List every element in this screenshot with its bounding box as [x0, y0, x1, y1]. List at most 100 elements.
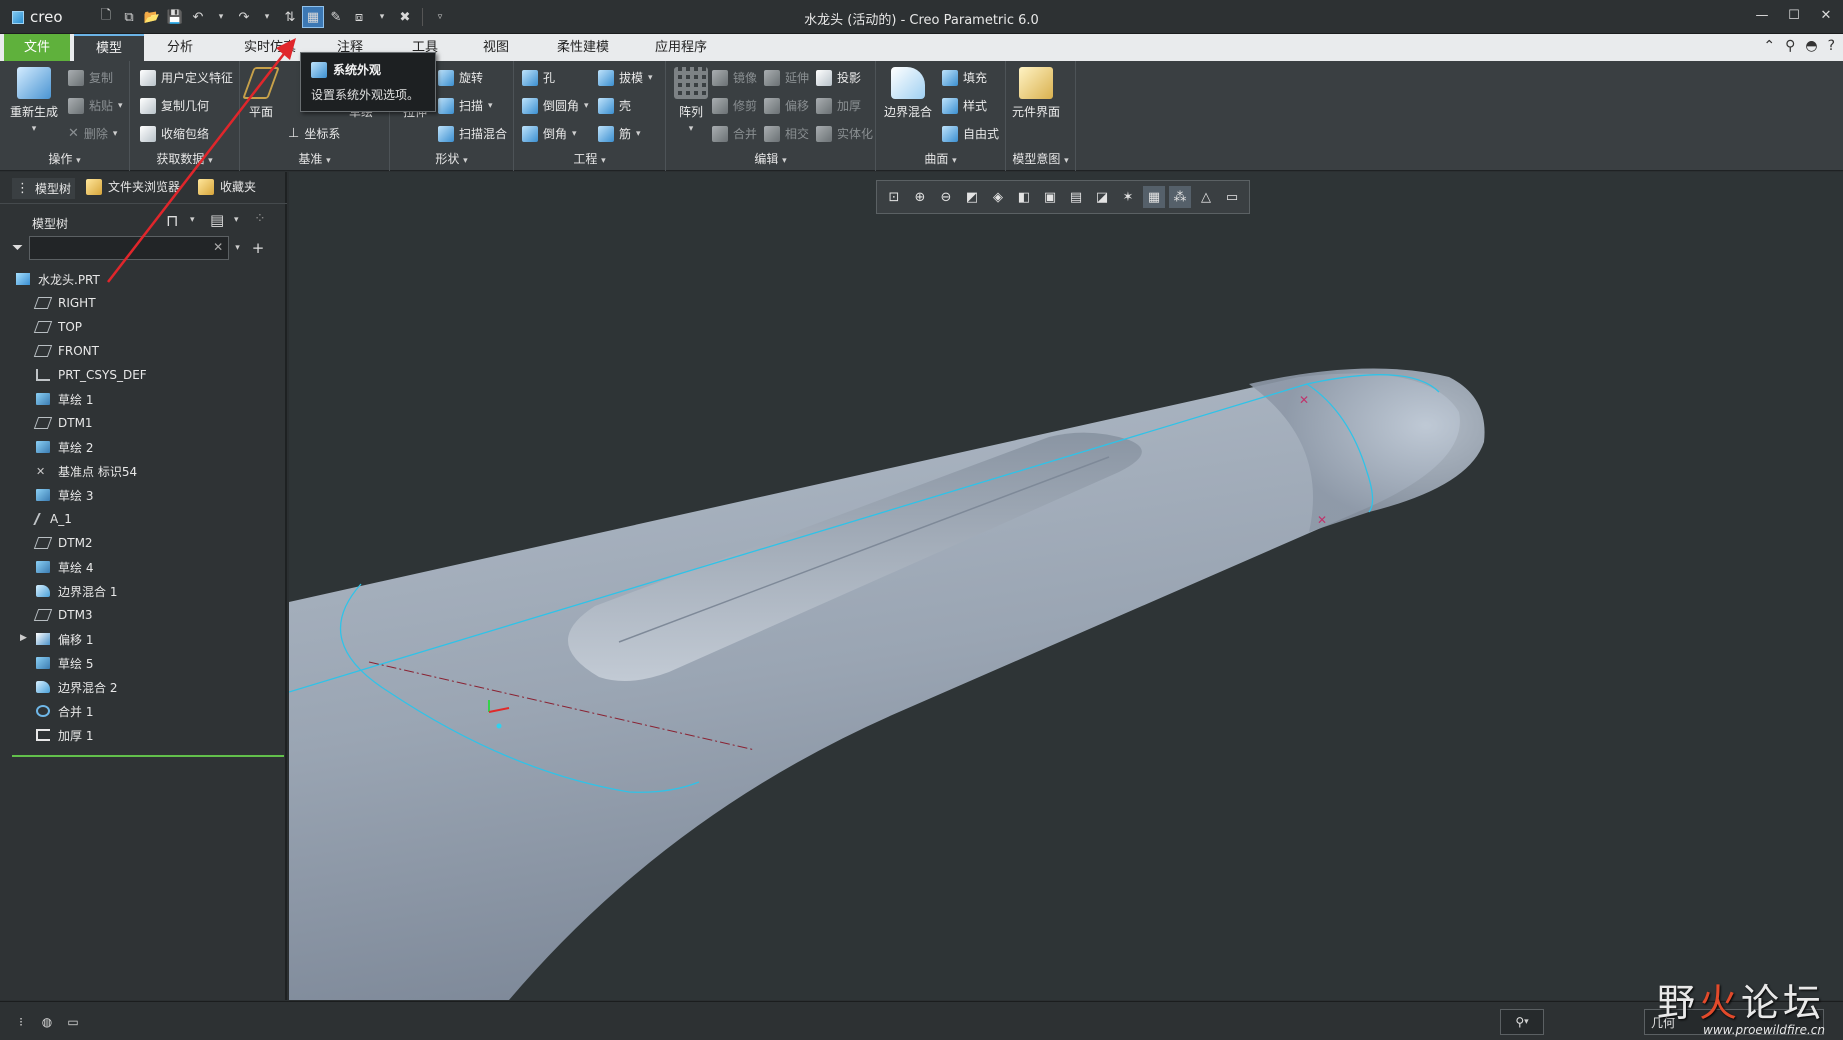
sweep-dropdown-icon[interactable]: ▾: [488, 101, 493, 111]
close-icon[interactable]: ✕: [1817, 6, 1835, 24]
tree-item[interactable]: PRT_CSYS_DEF: [0, 363, 287, 387]
round-button[interactable]: 倒圆角 ▾: [522, 97, 589, 114]
new-session-icon[interactable]: ⧉: [119, 7, 139, 27]
tree-item[interactable]: 加厚 1: [0, 723, 287, 747]
selection-filter-toggle[interactable]: ⚲ ▾: [1500, 1009, 1544, 1035]
annotation-display-icon[interactable]: ▦: [1143, 186, 1165, 208]
save-icon[interactable]: 💾: [165, 7, 185, 27]
plane-button[interactable]: 平面: [242, 67, 280, 120]
tab-view[interactable]: 视图: [466, 34, 526, 61]
tree-item[interactable]: 合并 1: [0, 699, 287, 723]
boundary-blend-button[interactable]: 边界混合: [884, 67, 932, 120]
learning-icon[interactable]: ◓: [1805, 38, 1817, 54]
filter-icon[interactable]: ⏷: [12, 240, 23, 256]
round-dropdown-icon[interactable]: ▾: [584, 101, 589, 111]
clear-search-icon[interactable]: ✕: [213, 240, 223, 254]
shell-button[interactable]: 壳: [598, 97, 631, 114]
engineering-group-label[interactable]: 工程 ▾: [514, 150, 665, 167]
tree-insert-indicator[interactable]: [12, 755, 284, 757]
tree-filter-options-icon[interactable]: ⁘: [254, 211, 266, 227]
undo-dropdown-icon[interactable]: ▾: [211, 7, 231, 27]
open-icon[interactable]: 📂: [142, 7, 162, 27]
new-icon[interactable]: 🗋: [96, 7, 116, 27]
chamfer-dropdown-icon[interactable]: ▾: [572, 129, 577, 139]
display-style-icon[interactable]: ◧: [1013, 186, 1035, 208]
copy-button[interactable]: 复制: [68, 69, 113, 86]
draft-dropdown-icon[interactable]: ▾: [648, 73, 653, 83]
section-icon[interactable]: ◪: [1091, 186, 1113, 208]
paste-dropdown-icon[interactable]: ▾: [118, 101, 123, 111]
close-window-icon[interactable]: ✖: [395, 7, 415, 27]
tree-columns-dropdown-icon[interactable]: ▾: [190, 215, 195, 225]
delete-button[interactable]: ✕ 删除 ▾: [68, 125, 117, 142]
appearance-icon[interactable]: △: [1195, 186, 1217, 208]
hole-button[interactable]: 孔: [522, 69, 555, 86]
tab-file[interactable]: 文件: [4, 34, 70, 61]
tab-analysis[interactable]: 分析: [150, 34, 210, 61]
tree-item[interactable]: 草绘 2: [0, 435, 287, 459]
tree-item[interactable]: 草绘 5: [0, 651, 287, 675]
delete-dropdown-icon[interactable]: ▾: [113, 129, 118, 139]
solidify-button[interactable]: 实体化: [816, 125, 873, 142]
windows-icon[interactable]: ⧈: [349, 7, 369, 27]
tree-search-input[interactable]: [30, 237, 211, 259]
tree-item[interactable]: 边界混合 2: [0, 675, 287, 699]
search-dropdown-icon[interactable]: ▾: [235, 243, 240, 253]
operations-group-label[interactable]: 操作 ▾: [0, 150, 129, 167]
tab-model[interactable]: 模型: [74, 34, 144, 61]
rib-button[interactable]: 筋 ▾: [598, 125, 641, 142]
zoom-out-icon[interactable]: ⊖: [935, 186, 957, 208]
tree-item[interactable]: 草绘 1: [0, 387, 287, 411]
tree-item[interactable]: ✕ 基准点 标识54: [0, 459, 287, 483]
tree-item[interactable]: TOP: [0, 315, 287, 339]
show-browser-icon[interactable]: ◍: [38, 1013, 56, 1031]
tree-item[interactable]: DTM1: [0, 411, 287, 435]
surfaces-group-label[interactable]: 曲面 ▾: [876, 150, 1005, 167]
minimize-icon[interactable]: —: [1753, 6, 1771, 24]
system-appearance-icon[interactable]: ▦: [302, 6, 324, 28]
merge-button[interactable]: 合并: [712, 125, 757, 142]
perspective-icon[interactable]: ◈: [987, 186, 1009, 208]
draft-button[interactable]: 拔模 ▾: [598, 69, 653, 86]
tree-item[interactable]: ▶ 偏移 1: [0, 627, 287, 651]
thicken-button[interactable]: 加厚: [816, 97, 861, 114]
tree-item[interactable]: DTM3: [0, 603, 287, 627]
model-canvas[interactable]: ✕ ✕: [289, 172, 1843, 1000]
redo-icon[interactable]: ↷: [234, 7, 254, 27]
show-navigator-icon[interactable]: ⁝: [12, 1013, 30, 1031]
tree-root-part[interactable]: 水龙头.PRT: [0, 267, 287, 291]
paste-button[interactable]: 粘贴 ▾: [68, 97, 123, 114]
undo-icon[interactable]: ↶: [188, 7, 208, 27]
tab-live-simulation[interactable]: 实时仿真: [230, 34, 310, 61]
regenerate-icon[interactable]: ⇅: [280, 7, 300, 27]
windows-dropdown-icon[interactable]: ▾: [372, 7, 392, 27]
regenerate-button[interactable]: 重新生成 ▾: [10, 67, 58, 134]
copy-geometry-button[interactable]: 复制几何: [140, 97, 209, 114]
refit-icon[interactable]: ⊡: [883, 186, 905, 208]
shrinkwrap-button[interactable]: 收缩包络: [140, 125, 209, 142]
csys-button[interactable]: ⊥ 坐标系: [288, 125, 340, 142]
chamfer-button[interactable]: 倒角 ▾: [522, 125, 577, 142]
mirror-button[interactable]: 镜像: [712, 69, 757, 86]
sweep-button[interactable]: 扫描 ▾: [438, 97, 493, 114]
tab-applications[interactable]: 应用程序: [645, 34, 717, 61]
datum-group-label[interactable]: 基准 ▾: [240, 150, 389, 167]
tab-model-tree[interactable]: ⋮ 模型树: [12, 178, 76, 199]
revolve-button[interactable]: 旋转: [438, 69, 483, 86]
view-more-icon[interactable]: ▭: [1221, 186, 1243, 208]
pattern-dropdown-icon[interactable]: ▾: [689, 124, 694, 134]
extend-button[interactable]: 延伸: [764, 69, 809, 86]
saved-orientations-icon[interactable]: ▣: [1039, 186, 1061, 208]
tab-folder-browser[interactable]: 文件夹浏览器: [86, 178, 180, 195]
collapse-ribbon-icon[interactable]: ⌃: [1763, 38, 1775, 54]
trim-button[interactable]: 修剪: [712, 97, 757, 114]
tab-flexible-modeling[interactable]: 柔性建模: [547, 34, 619, 61]
full-screen-icon[interactable]: ▭: [64, 1013, 82, 1031]
datum-display-icon[interactable]: ✶: [1117, 186, 1139, 208]
udf-button[interactable]: 用户定义特征: [140, 69, 233, 86]
tab-favorites[interactable]: 收藏夹: [198, 178, 256, 195]
graphics-viewport[interactable]: ✕ ✕: [289, 172, 1843, 1000]
search-icon[interactable]: ⚲: [1785, 38, 1795, 54]
expand-icon[interactable]: ▶: [20, 633, 27, 643]
style-button[interactable]: 样式: [942, 97, 987, 114]
